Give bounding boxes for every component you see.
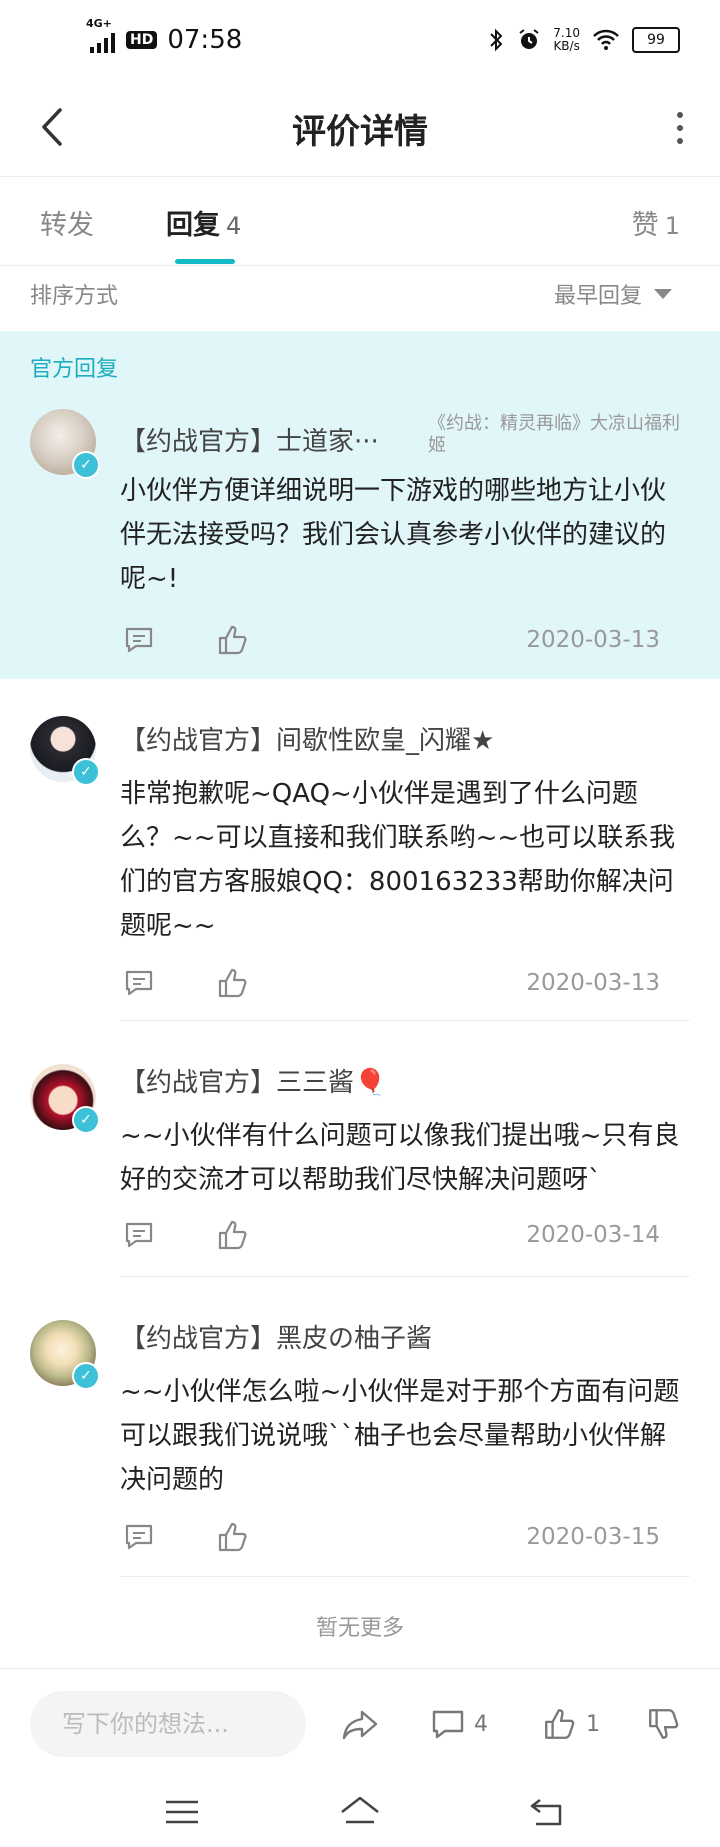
share-icon: [342, 1710, 378, 1740]
game-label: 《约战：精灵再临》大凉山福利姬: [428, 413, 680, 456]
page-title: 评价详情: [292, 111, 428, 152]
comment-icon[interactable]: [122, 1218, 156, 1252]
like-count: 1: [664, 212, 680, 240]
username[interactable]: 【约战官方】士道家···: [120, 421, 379, 458]
alarm-icon: [519, 29, 539, 49]
tab-like[interactable]: 赞1: [632, 203, 680, 242]
verified-icon: ✓: [72, 451, 100, 479]
battery-icon: 99: [632, 27, 680, 53]
like-count: 1: [586, 1711, 600, 1737]
thumbs-up-icon[interactable]: [216, 966, 250, 1000]
reply-date: 2020-03-14: [526, 1222, 660, 1248]
divider: [120, 1576, 690, 1577]
comment-count: 4: [474, 1711, 488, 1737]
clock: 07:58: [167, 25, 243, 55]
comment-icon[interactable]: [122, 623, 156, 657]
reply-date: 2020-03-13: [526, 970, 660, 996]
verified-icon: ✓: [72, 1362, 100, 1390]
comment-button[interactable]: 4: [430, 1699, 488, 1749]
sort-dropdown[interactable]: 最早回复: [554, 278, 672, 310]
tab-repost[interactable]: 转发: [40, 203, 94, 242]
net-speed: 7.10 KB/s: [553, 26, 580, 53]
divider: [120, 1276, 690, 1277]
active-tab-indicator: [175, 259, 235, 264]
more-options-icon[interactable]: [670, 108, 690, 148]
username[interactable]: 【约战官方】间歇性欧皇_闪耀★: [120, 720, 494, 757]
reply-count: 4: [226, 212, 242, 240]
share-button[interactable]: [340, 1699, 380, 1749]
reply-content: 小伙伴方便详细说明一下游戏的哪些地方让小伙伴无法接受吗？我们会认真参考小伙伴的建…: [120, 476, 667, 594]
reply-actions: 2020-03-13: [120, 966, 688, 1006]
bottom-action-bar: 写下你的想法... 4 1: [0, 1668, 720, 1779]
app-header: 评价详情: [0, 80, 720, 177]
thumbs-up-icon: [545, 1709, 575, 1739]
avatar[interactable]: ✓: [30, 1064, 100, 1134]
system-nav-bar: [0, 1778, 720, 1847]
list-item: ✓ 【约战官方】黑皮の柚子酱 ~~小伙伴怎么啦~小伙伴是对于那个方面有问题可以跟…: [0, 1278, 720, 1578]
reply-content: 非常抱歉呢~QAQ~小伙伴是遇到了什么问题么？~~可以直接和我们联系哟~~也可以…: [120, 779, 676, 941]
reply-actions: 2020-03-15: [120, 1520, 688, 1560]
thumbs-up-icon[interactable]: [216, 1218, 250, 1252]
section-title: 官方回复: [30, 357, 119, 382]
bluetooth-icon: [490, 28, 503, 52]
reply-actions: 2020-03-14: [120, 1218, 688, 1258]
network-type: 4G+: [86, 17, 112, 30]
official-reply-section: 官方回复 ✓ 【约战官方】士道家··· 《约战：精灵再临》大凉山福利姬 小伙伴方…: [0, 331, 720, 679]
status-bar: 4G+ HD 07:58 7.10 KB/s 99: [0, 0, 720, 80]
menu-icon[interactable]: [160, 1792, 204, 1832]
tab-bar: 转发 回复 4 赞1: [0, 177, 720, 266]
wifi-icon: [593, 29, 619, 50]
list-item: ✓ 【约战官方】三三酱🎈 ~~小伙伴有什么问题可以像我们提出哦~只有良好的交流才…: [0, 1022, 720, 1277]
verified-icon: ✓: [72, 1106, 100, 1134]
caret-down-icon: [654, 289, 672, 299]
username[interactable]: 【约战官方】三三酱🎈: [120, 1062, 386, 1099]
divider: [120, 1020, 690, 1021]
back-nav-icon[interactable]: [528, 1792, 572, 1832]
dislike-button[interactable]: [646, 1699, 682, 1749]
reply-date: 2020-03-15: [526, 1524, 660, 1550]
avatar[interactable]: ✓: [30, 1320, 100, 1390]
sort-bar: 排序方式 最早回复: [0, 266, 720, 330]
comment-icon[interactable]: [122, 1520, 156, 1554]
comment-input[interactable]: 写下你的想法...: [30, 1691, 306, 1757]
thumbs-down-icon: [649, 1709, 679, 1739]
verified-icon: ✓: [72, 758, 100, 786]
avatar[interactable]: ✓: [30, 409, 100, 479]
comment-icon[interactable]: [122, 966, 156, 1000]
back-icon[interactable]: [28, 102, 78, 152]
reply-actions: 2020-03-13: [120, 623, 688, 663]
reply-content: ~~小伙伴怎么啦~小伙伴是对于那个方面有问题可以跟我们说说哦``柚子也会尽量帮助…: [120, 1377, 680, 1495]
signal-icon: 4G+: [86, 17, 116, 53]
no-more-label: 暂无更多: [315, 1616, 404, 1641]
sort-label: 排序方式: [30, 284, 119, 309]
hd-badge: HD: [126, 31, 158, 49]
reply-content: ~~小伙伴有什么问题可以像我们提出哦~只有良好的交流才可以帮助我们尽快解决问题呀…: [120, 1121, 680, 1195]
tab-reply[interactable]: 回复 4: [166, 203, 241, 242]
like-button[interactable]: 1: [542, 1699, 600, 1749]
list-item: ✓ 【约战官方】间歇性欧皇_闪耀★ 非常抱歉呢~QAQ~小伙伴是遇到了什么问题么…: [0, 680, 720, 1021]
username[interactable]: 【约战官方】黑皮の柚子酱: [120, 1318, 432, 1355]
thumbs-up-icon[interactable]: [216, 1520, 250, 1554]
avatar[interactable]: ✓: [30, 716, 100, 786]
comment-icon: [432, 1710, 464, 1739]
reply-date: 2020-03-13: [526, 627, 660, 653]
thumbs-up-icon[interactable]: [216, 623, 250, 657]
home-icon[interactable]: [338, 1792, 382, 1832]
